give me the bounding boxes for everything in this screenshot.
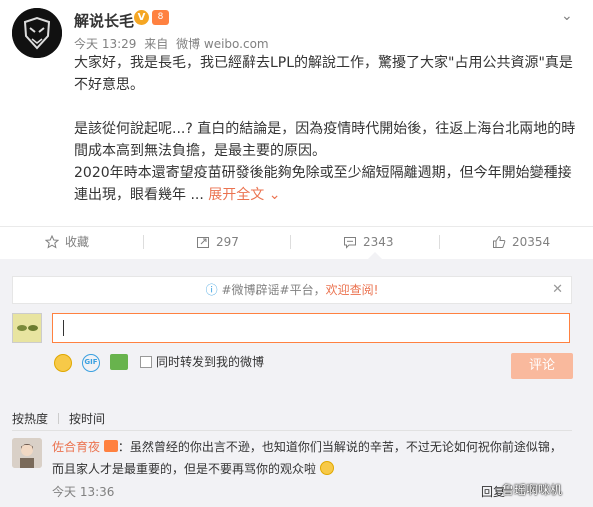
- expand-full-text-link[interactable]: 展开全文 ⌄: [208, 187, 280, 203]
- post-paragraph-last: 2020年時本還寄望疫苗研發後能夠免除或至少縮短隔離週期，但今年開始變種接連出現…: [74, 162, 584, 206]
- emoji-icon: [319, 461, 334, 475]
- author-avatar[interactable]: [12, 8, 62, 58]
- avatar-image-icon: [13, 314, 41, 342]
- commenter-avatar[interactable]: [12, 438, 42, 468]
- like-button[interactable]: 20354: [492, 227, 550, 257]
- post-body: 大家好，我是長毛，我已經辭去LPL的解說工作，驚擾了大家"占用公共資源"真是不好…: [74, 52, 584, 206]
- emoji-icon[interactable]: [54, 354, 72, 372]
- repost-count: 297: [216, 235, 239, 249]
- thumbs-up-icon: [493, 235, 506, 248]
- watermark: 鲁瑶啊咪机: [502, 483, 563, 497]
- author-name[interactable]: 解说长毛: [74, 10, 134, 31]
- sort-by-hot-tab[interactable]: 按热度: [12, 412, 48, 426]
- comment-input[interactable]: [52, 313, 570, 343]
- user-level-badge: 8: [152, 10, 169, 25]
- sort-divider: [58, 413, 60, 424]
- favorite-label: 收藏: [65, 235, 90, 249]
- rumor-notice-banner: ⓘ #微博辟谣#平台，欢迎查阅! ✕: [12, 276, 572, 304]
- repost-checkbox[interactable]: [140, 356, 152, 368]
- comment-panel-pointer: [368, 252, 382, 259]
- action-divider: [439, 235, 440, 249]
- notice-text: #微博辟谣#平台，: [221, 283, 326, 297]
- commenter-badge-icon: [103, 440, 118, 452]
- gif-icon[interactable]: GIF: [82, 354, 100, 372]
- star-icon: [44, 234, 60, 249]
- post-paragraph: 是該從何說起呢...? 直白的結論是，因為疫情時代開始後，往返上海台北兩地的時間…: [74, 121, 576, 159]
- expand-label: 展开全文: [208, 187, 265, 203]
- comment-icon: [344, 237, 356, 249]
- repost-icon: [197, 237, 209, 248]
- avatar-image-icon: [12, 438, 42, 468]
- comment-time: 今天 13:36: [52, 485, 115, 499]
- comment-sort-tabs: 按热度 按时间: [12, 410, 105, 427]
- more-menu-chevron-icon[interactable]: ⌄: [561, 8, 573, 24]
- comment-count: 2343: [363, 235, 394, 249]
- chevron-down-icon: ⌄: [268, 187, 281, 203]
- comment-body: 佐合育夜 ：虽然曾经的你出言不逊，也知道你们当解说的辛苦，不过无论如何祝你前途似…: [52, 436, 572, 480]
- post-source[interactable]: 微博 weibo.com: [176, 37, 269, 51]
- my-avatar[interactable]: [12, 313, 42, 343]
- repost-checkbox-label: 同时转发到我的微博: [156, 355, 265, 369]
- post-paragraph: 大家好，我是長毛，我已經辭去LPL的解說工作，驚擾了大家"占用公共資源"真是不好…: [74, 55, 573, 93]
- level-number: 8: [157, 12, 164, 22]
- like-count: 20354: [512, 235, 551, 249]
- post-time[interactable]: 今天 13:29: [74, 37, 136, 51]
- action-divider: [143, 235, 144, 249]
- info-icon: ⓘ: [205, 283, 218, 297]
- notice-link[interactable]: 欢迎查阅!: [326, 283, 379, 297]
- comment-text: ：虽然曾经的你出言不逊，也知道你们当解说的辛苦，不过无论如何祝你前途似锦，而且家…: [52, 440, 562, 476]
- sort-divider-line: [12, 430, 572, 431]
- submit-comment-button[interactable]: 评论: [511, 353, 573, 379]
- sort-by-time-tab[interactable]: 按时间: [69, 412, 105, 426]
- post-meta: 今天 13:29 来自 微博 weibo.com: [74, 35, 273, 52]
- verified-badge-icon: V: [134, 10, 149, 25]
- repost-button[interactable]: 297: [196, 227, 239, 257]
- post-paragraph-text: 2020年時本還寄望疫苗研發後能夠免除或至少縮短隔離週期，但今年開始變種接連出現…: [74, 165, 572, 203]
- gaming-logo-icon: [12, 8, 62, 58]
- action-bar: 收藏 297 2343 20354: [0, 226, 593, 257]
- favorite-button[interactable]: 收藏: [44, 227, 90, 257]
- action-divider: [290, 235, 291, 249]
- close-icon[interactable]: ✕: [552, 277, 563, 303]
- image-upload-icon[interactable]: [110, 354, 128, 370]
- source-prefix: 来自: [144, 37, 169, 51]
- commenter-name[interactable]: 佐合育夜: [52, 440, 100, 454]
- text-caret: [63, 320, 64, 336]
